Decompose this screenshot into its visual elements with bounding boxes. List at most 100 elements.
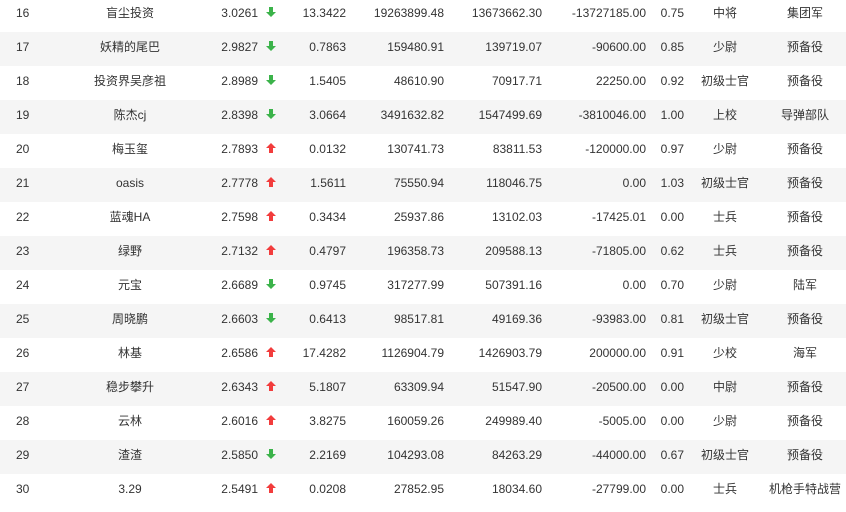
table-row[interactable]: 28 云林 2.6016 3.8275 160059.26 249989.40 -5005.… [0,406,846,440]
unit-cell: 机枪手特战营 [768,482,841,496]
value-cell-5: 0.00 [660,414,684,428]
value-cell-3: 70917.71 [491,74,542,88]
score-cell: 3.0261 [221,6,258,20]
value-cell-1: 0.4797 [309,244,346,258]
value-cell-4: -90600.00 [591,40,646,54]
value-cell-1: 0.0132 [309,142,346,156]
arrow-up-icon [262,474,280,504]
value-cell-5: 0.62 [660,244,684,258]
value-cell-5: 0.67 [660,448,684,462]
name-cell: 云林 [117,414,142,428]
score-cell: 2.6343 [221,380,258,394]
unit-cell: 预备役 [786,380,823,394]
value-cell-5: 0.00 [660,210,684,224]
military-rank-cell: 上校 [712,108,737,122]
score-cell: 2.9827 [221,40,258,54]
value-cell-4: 200000.00 [589,346,646,360]
value-cell-2: 75550.94 [393,176,444,190]
name-cell: 梅玉玺 [111,142,148,156]
score-cell: 2.6603 [221,312,258,326]
name-cell: 陈杰cj [113,108,147,122]
arrow-down-icon [262,270,280,300]
arrow-down-icon [262,32,280,62]
table-row[interactable]: 24 元宝 2.6689 0.9745 317277.99 507391.16 0.00 0.… [0,270,846,304]
value-cell-4: -71805.00 [591,244,646,258]
name-cell: 投资界吴彦祖 [93,74,166,88]
value-cell-2: 196358.73 [387,244,444,258]
value-cell-2: 3491632.82 [380,108,444,122]
value-cell-1: 0.9745 [309,278,346,292]
value-cell-3: 1547499.69 [478,108,542,122]
value-cell-5: 0.85 [660,40,684,54]
value-cell-4: 22250.00 [595,74,646,88]
value-cell-3: 18034.60 [491,482,542,496]
ranking-table: 16 盲尘投资 3.0261 13.3422 19263899.48 13673662.3… [0,0,846,512]
rank-cell: 30 [16,482,30,496]
score-cell: 2.5491 [221,482,258,496]
value-cell-4: -93983.00 [591,312,646,326]
table-row[interactable]: 29 渣渣 2.5850 2.2169 104293.08 84263.29 -44000.… [0,440,846,474]
arrow-down-icon [262,304,280,334]
arrow-up-icon [262,406,280,436]
value-cell-1: 1.5405 [309,74,346,88]
value-cell-2: 19263899.48 [373,6,444,20]
value-cell-2: 63309.94 [393,380,444,394]
unit-cell: 预备役 [786,74,823,88]
value-cell-3: 49169.36 [491,312,542,326]
arrow-up-icon [262,202,280,232]
table-row[interactable]: 16 盲尘投资 3.0261 13.3422 19263899.48 13673662.3… [0,0,846,32]
unit-cell: 预备役 [786,414,823,428]
name-cell: 元宝 [117,278,142,292]
value-cell-1: 13.3422 [302,6,346,20]
value-cell-1: 17.4282 [302,346,346,360]
score-cell: 2.6016 [221,414,258,428]
name-cell: 盲尘投资 [105,6,154,20]
value-cell-4: -5005.00 [598,414,646,428]
value-cell-3: 13102.03 [491,210,542,224]
table-row[interactable]: 30 3.29 2.5491 0.0208 27852.95 18034.60 -27799… [0,474,846,508]
value-cell-4: -120000.00 [585,142,646,156]
value-cell-5: 0.81 [660,312,684,326]
table-row[interactable]: 23 绿野 2.7132 0.4797 196358.73 209588.13 -71805… [0,236,846,270]
name-cell: 3.29 [118,482,142,496]
rank-cell: 16 [16,6,30,20]
value-cell-2: 1126904.79 [381,346,444,360]
table-row[interactable]: 21 oasis 2.7778 1.5611 75550.94 118046.75 0.00… [0,168,846,202]
value-cell-3: 84263.29 [491,448,542,462]
table-row[interactable]: 20 梅玉玺 2.7893 0.0132 130741.73 83811.53 -12000… [0,134,846,168]
unit-cell: 预备役 [786,448,823,462]
score-cell: 2.7893 [221,142,258,156]
name-cell: 林基 [117,346,142,360]
arrow-up-icon [262,236,280,266]
score-cell: 2.6689 [221,278,258,292]
value-cell-2: 25937.86 [393,210,444,224]
rank-cell: 23 [16,244,30,258]
value-cell-2: 27852.95 [393,482,444,496]
name-cell: 渣渣 [117,448,142,462]
value-cell-5: 0.70 [660,278,684,292]
score-cell: 2.8398 [221,108,258,122]
table-row[interactable]: 27 稳步攀升 2.6343 5.1807 63309.94 51547.90 -20500… [0,372,846,406]
value-cell-4: 0.00 [622,176,646,190]
value-cell-4: -3810046.00 [578,108,646,122]
rank-cell: 21 [16,176,30,190]
table-row[interactable]: 18 投资界吴彦祖 2.8989 1.5405 48610.90 70917.71 2225… [0,66,846,100]
table-row[interactable]: 22 蓝魂HA 2.7598 0.3434 25937.86 13102.03 -17425… [0,202,846,236]
value-cell-3: 507391.16 [485,278,542,292]
value-cell-2: 48610.90 [393,74,444,88]
rank-cell: 18 [16,74,30,88]
name-cell: oasis [115,176,144,190]
value-cell-4: -17425.01 [591,210,646,224]
unit-cell: 海军 [792,346,817,360]
value-cell-2: 160059.26 [387,414,444,428]
military-rank-cell: 初级士官 [700,176,749,190]
military-rank-cell: 少校 [712,346,737,360]
table-row[interactable]: 25 周晓鹏 2.6603 0.6413 98517.81 49169.36 -93983.… [0,304,846,338]
table-row[interactable]: 17 妖精的尾巴 2.9827 0.7863 159480.91 139719.07 -90… [0,32,846,66]
value-cell-5: 0.97 [660,142,684,156]
table-row[interactable]: 26 林基 2.6586 17.4282 1126904.79 1426903.79 200… [0,338,846,372]
table-row[interactable]: 19 陈杰cj 2.8398 3.0664 3491632.82 1547499.69 -3… [0,100,846,134]
value-cell-3: 1426903.79 [478,346,542,360]
score-cell: 2.7598 [221,210,258,224]
value-cell-3: 249989.40 [485,414,542,428]
